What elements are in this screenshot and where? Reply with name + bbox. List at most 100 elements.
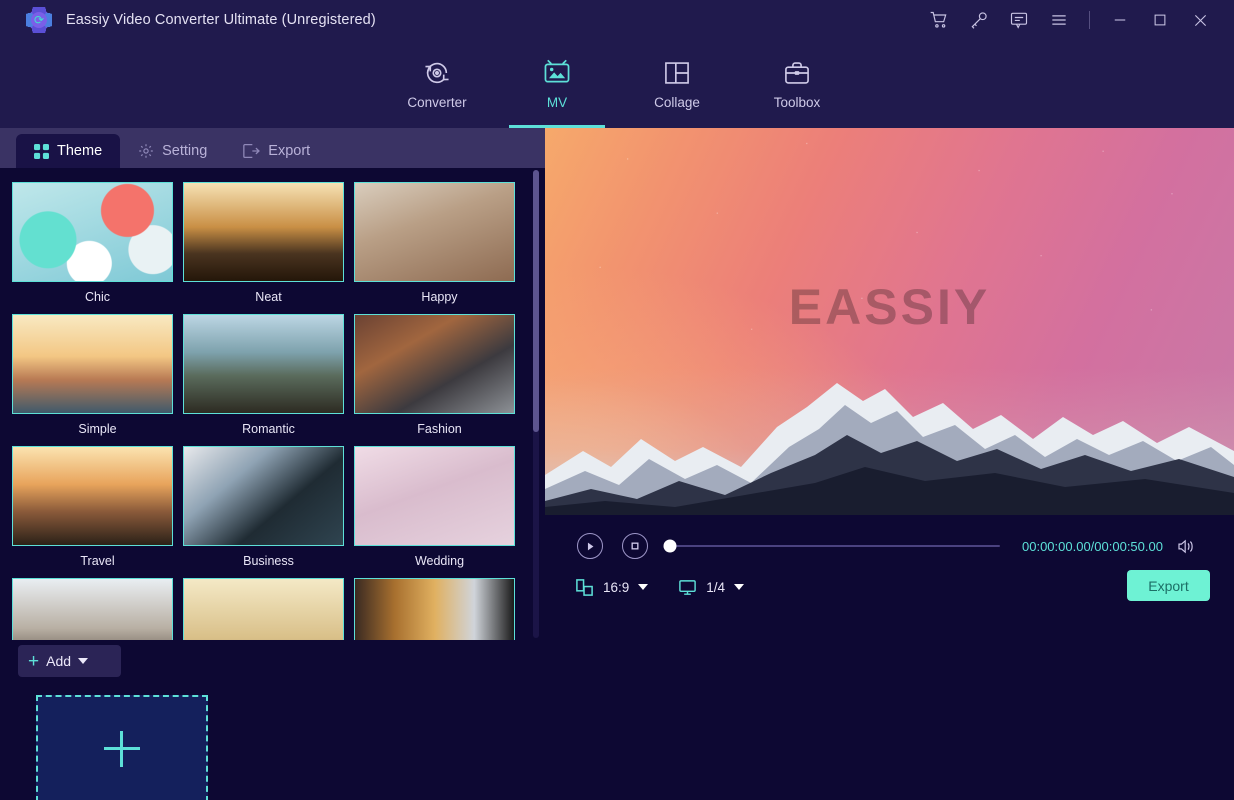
preview-panel: EASSIY [545, 128, 1234, 800]
plus-icon: + [28, 652, 39, 671]
theme-item[interactable]: Neat [183, 182, 354, 304]
app-title: Eassiy Video Converter Ultimate (Unregis… [66, 12, 376, 28]
video-preview[interactable]: EASSIY [545, 128, 1234, 515]
preview-panel-filler [545, 628, 1234, 800]
output-settings-row: 16:9 1/4 Export [545, 564, 1234, 610]
theme-label: Business [183, 546, 354, 568]
theme-thumbnail[interactable] [183, 314, 344, 414]
maximize-button[interactable] [1140, 0, 1180, 40]
theme-scrollbar[interactable] [533, 170, 539, 638]
toolbox-icon [783, 58, 811, 88]
theme-thumbnail[interactable] [354, 182, 515, 282]
theme-thumbnail[interactable] [12, 182, 173, 282]
main-navigation: Converter MV Collage [0, 40, 1234, 128]
media-dropzone[interactable] [36, 695, 208, 800]
theme-item[interactable]: Happy [354, 182, 525, 304]
tab-label: Setting [162, 143, 207, 159]
play-button[interactable] [577, 533, 603, 559]
theme-thumbnail[interactable] [12, 314, 173, 414]
add-button-label: Add [46, 653, 71, 669]
aspect-ratio-icon [575, 578, 594, 597]
chevron-down-icon[interactable] [734, 584, 744, 590]
left-panel: Theme Setting Export [0, 128, 545, 800]
theme-thumbnail[interactable] [354, 314, 515, 414]
theme-item[interactable]: Romantic [183, 314, 354, 436]
theme-label: Romantic [183, 414, 354, 436]
theme-thumbnail[interactable] [183, 578, 344, 640]
collage-icon [663, 58, 691, 88]
theme-item[interactable] [12, 578, 183, 640]
theme-thumbnail[interactable] [183, 446, 344, 546]
volume-icon[interactable] [1177, 538, 1197, 555]
converter-icon [423, 58, 451, 88]
theme-item[interactable]: Simple [12, 314, 183, 436]
theme-item[interactable]: Chic [12, 182, 183, 304]
aspect-ratio-value: 16:9 [603, 580, 629, 595]
export-icon [243, 143, 260, 159]
export-button[interactable]: Export [1127, 570, 1210, 601]
theme-list[interactable]: ChicNeatHappy SimpleRomanticFashion Travel… [0, 168, 545, 640]
gear-icon [138, 143, 154, 159]
theme-item[interactable]: Travel [12, 446, 183, 568]
key-icon[interactable] [959, 0, 999, 40]
tab-export[interactable]: Export [225, 134, 328, 168]
tab-setting[interactable]: Setting [120, 134, 225, 168]
theme-label: Wedding [354, 546, 525, 568]
time-display: 00:00:00.00/00:00:50.00 [1022, 539, 1163, 554]
theme-item[interactable]: Business [183, 446, 354, 568]
chevron-down-icon[interactable] [638, 584, 648, 590]
theme-thumbnail[interactable] [12, 446, 173, 546]
theme-label: Chic [12, 282, 183, 304]
theme-label: Neat [183, 282, 354, 304]
minimize-button[interactable] [1100, 0, 1140, 40]
theme-label: Fashion [354, 414, 525, 436]
nav-item-toolbox[interactable]: Toolbox [737, 40, 857, 128]
theme-label: Happy [354, 282, 525, 304]
theme-thumbnail[interactable] [12, 578, 173, 640]
toolbar-divider [1089, 11, 1090, 29]
theme-item[interactable] [183, 578, 354, 640]
theme-thumbnail[interactable] [354, 578, 515, 640]
theme-label: Simple [12, 414, 183, 436]
tab-label: Export [268, 143, 310, 159]
window-tools [919, 0, 1234, 40]
progress-knob[interactable] [664, 540, 677, 553]
tab-bar: Theme Setting Export [0, 128, 545, 168]
tab-theme[interactable]: Theme [16, 134, 120, 168]
nav-label: Toolbox [774, 95, 821, 110]
mv-icon [542, 58, 572, 88]
theme-thumbnail[interactable] [183, 182, 344, 282]
mountain-illustration [545, 355, 1234, 515]
screen-count-selector[interactable]: 1/4 [678, 578, 744, 597]
feedback-icon[interactable] [999, 0, 1039, 40]
media-add-area: + Add [0, 640, 545, 800]
stop-button[interactable] [622, 533, 648, 559]
nav-label: MV [547, 95, 567, 110]
nav-item-collage[interactable]: Collage [617, 40, 737, 128]
nav-item-mv[interactable]: MV [497, 40, 617, 128]
eassiy-logo-icon: ⟳ [26, 7, 52, 33]
nav-label: Collage [654, 95, 700, 110]
theme-thumbnail[interactable] [354, 446, 515, 546]
player-controls: 00:00:00.00/00:00:50.00 [545, 515, 1234, 628]
grid-icon [34, 144, 49, 159]
progress-slider[interactable] [670, 536, 1000, 556]
monitor-icon [678, 578, 697, 597]
nav-label: Converter [407, 95, 466, 110]
theme-label: Travel [12, 546, 183, 568]
add-button[interactable]: + Add [18, 645, 121, 677]
application-window: ⟳ Eassiy Video Converter Ultimate (Unreg… [0, 0, 1234, 800]
close-button[interactable] [1180, 0, 1220, 40]
chevron-down-icon[interactable] [78, 658, 88, 664]
menu-icon[interactable] [1039, 0, 1079, 40]
theme-item[interactable]: Fashion [354, 314, 525, 436]
title-bar: ⟳ Eassiy Video Converter Ultimate (Unreg… [0, 0, 1234, 40]
cart-icon[interactable] [919, 0, 959, 40]
watermark-text: EASSIY [545, 278, 1234, 336]
nav-item-converter[interactable]: Converter [377, 40, 497, 128]
theme-item[interactable] [354, 578, 525, 640]
theme-item[interactable]: Wedding [354, 446, 525, 568]
tab-label: Theme [57, 143, 102, 159]
theme-scrollbar-thumb[interactable] [533, 170, 539, 432]
aspect-ratio-selector[interactable]: 16:9 [575, 578, 648, 597]
